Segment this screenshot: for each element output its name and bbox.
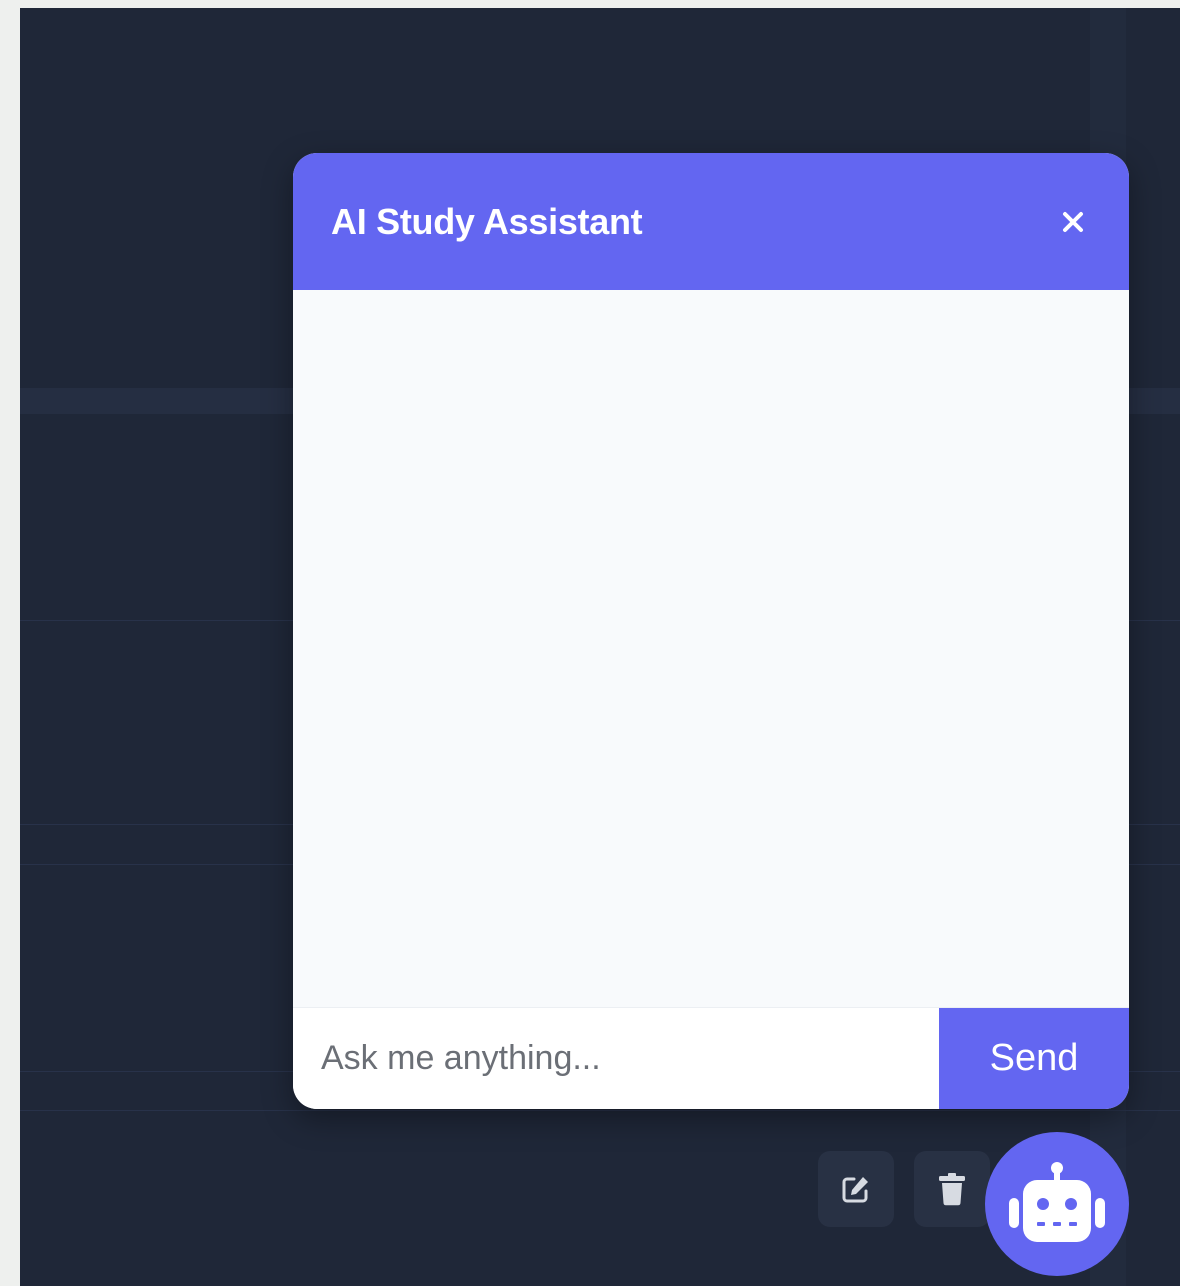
delete-button[interactable] bbox=[914, 1151, 990, 1227]
send-button[interactable]: Send bbox=[939, 1008, 1129, 1109]
robot-icon bbox=[1009, 1162, 1105, 1242]
edit-button[interactable] bbox=[818, 1151, 894, 1227]
chat-input[interactable] bbox=[293, 1008, 939, 1109]
edit-icon bbox=[842, 1177, 868, 1203]
close-icon bbox=[1063, 211, 1083, 232]
close-button[interactable] bbox=[1053, 202, 1093, 242]
assistant-toggle-button[interactable] bbox=[985, 1132, 1129, 1276]
app-background: AI Study Assistant Send bbox=[20, 8, 1180, 1286]
chat-window: AI Study Assistant Send bbox=[293, 153, 1129, 1109]
message-list[interactable] bbox=[293, 290, 1129, 1007]
chat-header: AI Study Assistant bbox=[293, 153, 1129, 290]
chat-title: AI Study Assistant bbox=[331, 200, 643, 242]
background-divider bbox=[20, 1110, 1180, 1111]
trash-icon bbox=[939, 1173, 965, 1206]
chat-input-row: Send bbox=[293, 1007, 1129, 1109]
